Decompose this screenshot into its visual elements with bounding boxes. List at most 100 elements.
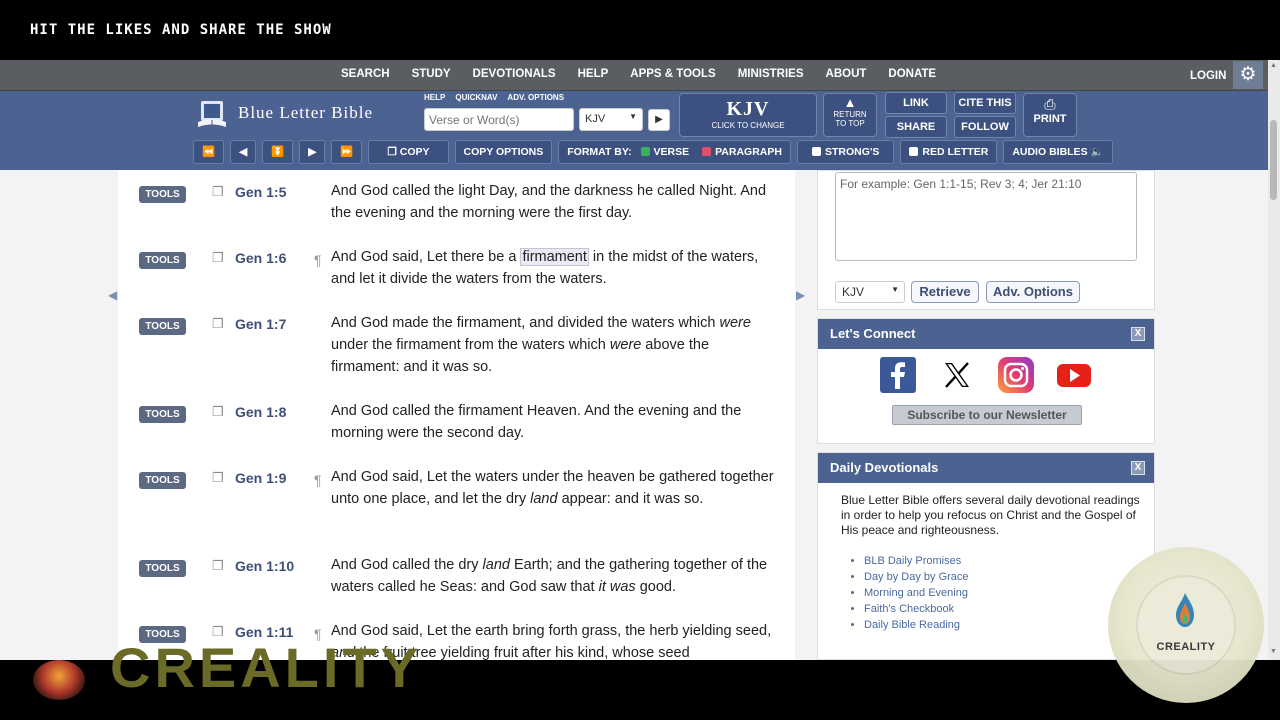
reader-toolbar: ⏪ ◀ ⏬ ▶ ⏩ ❐ COPY COPY OPTIONS FORMAT BY:… xyxy=(193,140,1119,166)
mini-link-help[interactable]: HELP xyxy=(424,93,445,102)
page-scrollbar[interactable]: ▲ ▼ xyxy=(1268,60,1280,660)
devo-link[interactable]: BLB Daily Promises xyxy=(864,553,969,569)
search-go-button[interactable]: ▶ xyxy=(648,109,670,131)
nav-about[interactable]: ABOUT xyxy=(815,60,878,91)
tools-button[interactable]: TOOLS xyxy=(139,472,186,489)
chapter-list-button[interactable]: ⏬ xyxy=(262,140,294,164)
verse-search-input[interactable] xyxy=(424,108,574,131)
retrieve-button[interactable]: Retrieve xyxy=(911,281,979,303)
strongs-toggle[interactable]: STRONG'S xyxy=(796,140,895,164)
verse-reference[interactable]: Gen 1:5 xyxy=(235,184,286,200)
cite-this-button[interactable]: CITE THIS xyxy=(954,92,1016,114)
youtube-icon[interactable] xyxy=(1056,357,1092,393)
follow-button[interactable]: FOLLOW xyxy=(954,116,1016,138)
strongs-label: STRONG'S xyxy=(824,146,880,158)
site-logo-text[interactable]: Blue Letter Bible xyxy=(238,103,373,123)
paragraph-format-checkbox[interactable] xyxy=(702,147,712,156)
paragraph-format-label[interactable]: PARAGRAPH xyxy=(715,146,782,158)
copy-options-button[interactable]: COPY OPTIONS xyxy=(454,140,553,164)
paragraph-mark-icon: ¶ xyxy=(314,472,322,488)
verse-reference[interactable]: Gen 1:9 xyxy=(235,470,286,486)
up-arrow-icon: ▲ xyxy=(843,95,857,110)
audio-bibles-button[interactable]: AUDIO BIBLES 🔈 xyxy=(1003,140,1113,164)
x-twitter-icon[interactable] xyxy=(939,357,975,393)
verse-reference[interactable]: Gen 1:6 xyxy=(235,250,286,266)
passage-search-textarea[interactable]: For example: Gen 1:1-15; Rev 3; 4; Jer 2… xyxy=(835,172,1137,261)
copy-verse-icon[interactable]: ❐ xyxy=(212,558,226,573)
adv-options-button[interactable]: Adv. Options xyxy=(986,281,1080,303)
double-left-icon: ⏪ xyxy=(202,146,216,158)
nav-search[interactable]: SEARCH xyxy=(330,60,401,91)
verse-text: And God called the light Day, and the da… xyxy=(331,183,767,221)
subscribe-newsletter-button[interactable]: Subscribe to our Newsletter xyxy=(892,405,1082,425)
tools-button[interactable]: TOOLS xyxy=(139,252,186,269)
devo-link[interactable]: Day by Day by Grace xyxy=(864,569,969,585)
first-chapter-button[interactable]: ⏪ xyxy=(193,140,225,164)
top-nav-items: SEARCH STUDY DEVOTIONALS HELP APPS & TOO… xyxy=(330,60,947,91)
collapse-right-arrow-icon[interactable]: ▶ xyxy=(796,288,805,302)
tools-button[interactable]: TOOLS xyxy=(139,406,186,423)
share-button[interactable]: SHARE xyxy=(885,116,947,138)
verse-reference[interactable]: Gen 1:10 xyxy=(235,558,294,574)
verse-format-checkbox[interactable] xyxy=(640,147,650,156)
verse-format-label[interactable]: VERSE xyxy=(654,146,690,158)
next-chapter-button[interactable]: ▶ xyxy=(299,140,326,164)
nav-help[interactable]: HELP xyxy=(567,60,620,91)
audio-bibles-label: AUDIO BIBLES xyxy=(1012,146,1088,158)
sidebar-version-select[interactable]: KJV ▼ xyxy=(835,281,905,303)
copy-verse-icon[interactable]: ❐ xyxy=(212,470,226,485)
close-icon[interactable]: X xyxy=(1131,461,1145,475)
copy-verse-icon[interactable]: ❐ xyxy=(212,250,226,265)
prev-chapter-button[interactable]: ◀ xyxy=(230,140,257,164)
printer-icon: ⎙ xyxy=(1044,96,1056,112)
version-select[interactable]: KJV ▼ xyxy=(579,108,643,131)
copy-button[interactable]: ❐ COPY xyxy=(368,140,449,164)
nav-ministries[interactable]: MINISTRIES xyxy=(727,60,815,91)
nav-study[interactable]: STUDY xyxy=(401,60,462,91)
print-button[interactable]: ⎙ PRINT xyxy=(1023,93,1077,137)
bible-logo-icon[interactable] xyxy=(196,98,228,130)
close-icon[interactable]: X xyxy=(1131,327,1145,341)
kjv-version-label: KJV xyxy=(726,98,770,120)
nav-apps-tools[interactable]: APPS & TOOLS xyxy=(619,60,726,91)
devo-link[interactable]: Daily Bible Reading xyxy=(864,617,969,633)
link-button[interactable]: LINK xyxy=(885,92,947,114)
mini-link-quicknav[interactable]: QUICKNAV xyxy=(455,93,497,102)
lets-connect-panel: Let's Connect X Subscribe to our Newslett… xyxy=(817,318,1155,444)
verse-reference[interactable]: Gen 1:7 xyxy=(235,316,286,332)
devo-link[interactable]: Faith's Checkbook xyxy=(864,601,969,617)
collapse-left-arrow-icon[interactable]: ◀ xyxy=(108,288,117,302)
copy-verse-icon[interactable]: ❐ xyxy=(212,316,226,331)
instagram-icon[interactable] xyxy=(998,357,1034,393)
scrollbar-thumb[interactable] xyxy=(1270,120,1277,200)
site-header: Blue Letter Bible HELP QUICKNAV ADV. OPT… xyxy=(0,91,1280,170)
nav-devotionals[interactable]: DEVOTIONALS xyxy=(462,60,567,91)
dropdown-caret-icon: ▼ xyxy=(629,112,637,121)
login-link[interactable]: LOGIN xyxy=(1190,60,1226,93)
version-select-value: KJV xyxy=(585,113,606,125)
facebook-icon[interactable] xyxy=(880,357,916,393)
sidebar-search: For example: Gen 1:1-15; Rev 3; 4; Jer 2… xyxy=(817,170,1155,310)
return-to-top-button[interactable]: ▲ RETURN TO TOP xyxy=(823,93,877,137)
gear-icon[interactable]: ⚙ xyxy=(1233,61,1263,89)
verse-reference[interactable]: Gen 1:8 xyxy=(235,404,286,420)
strongs-checkbox[interactable] xyxy=(811,147,821,156)
video-frame: HIT THE LIKES AND SHARE THE SHOW SEARCH … xyxy=(0,0,1280,720)
mini-link-adv-options[interactable]: ADV. OPTIONS xyxy=(507,93,564,102)
copy-verse-icon[interactable]: ❐ xyxy=(212,184,226,199)
devo-link[interactable]: Morning and Evening xyxy=(864,585,969,601)
last-chapter-button[interactable]: ⏩ xyxy=(331,140,363,164)
devotionals-header: Daily Devotionals X xyxy=(818,453,1154,483)
tools-button[interactable]: TOOLS xyxy=(139,560,186,577)
red-letter-checkbox[interactable] xyxy=(909,147,919,156)
red-letter-toggle[interactable]: RED LETTER xyxy=(900,140,998,164)
nav-donate[interactable]: DONATE xyxy=(877,60,947,91)
kjv-version-button[interactable]: KJV CLICK TO CHANGE xyxy=(679,93,817,137)
tools-button[interactable]: TOOLS xyxy=(139,318,186,335)
scroll-down-icon[interactable]: ▼ xyxy=(1270,648,1277,655)
scroll-up-icon[interactable]: ▲ xyxy=(1270,62,1277,69)
banner-text: HIT THE LIKES AND SHARE THE SHOW xyxy=(30,22,332,38)
copy-verse-icon[interactable]: ❐ xyxy=(212,404,226,419)
tools-button[interactable]: TOOLS xyxy=(139,186,186,203)
speaker-icon: 🔈 xyxy=(1087,146,1104,158)
